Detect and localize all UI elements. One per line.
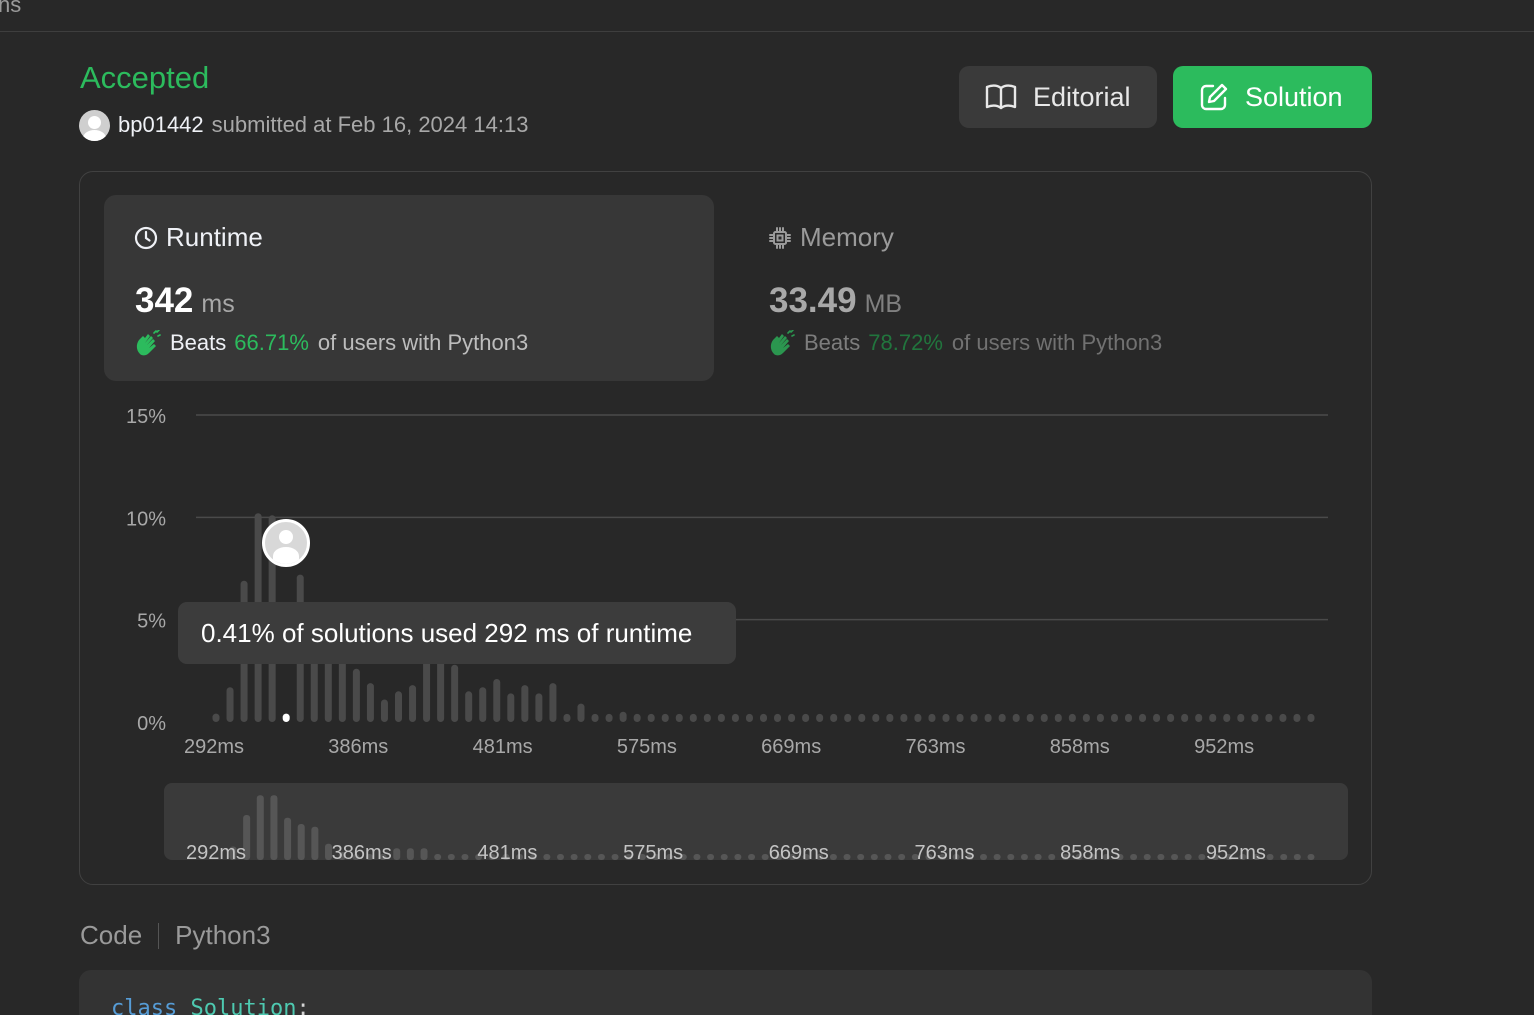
submitted-time: submitted at Feb 16, 2024 14:13 — [211, 112, 529, 137]
editorial-label: Editorial — [1033, 81, 1131, 112]
chart-tooltip: 0.41% of solutions used 292 ms of runtim… — [178, 602, 736, 664]
clock-icon — [134, 226, 158, 249]
runtime-title-text: Runtime — [166, 222, 263, 252]
memory-beats-percent: 78.72% — [868, 330, 943, 355]
runtime-beats-suffix: of users with Python3 — [317, 330, 529, 355]
edit-icon — [1200, 83, 1228, 111]
memory-beats: Beats 78.72% of users with Python3 — [768, 330, 1162, 356]
memory-unit: MB — [864, 290, 903, 318]
clap-icon — [136, 330, 161, 356]
code-line: class Solution: — [111, 996, 310, 1015]
runtime-number: 342 — [135, 281, 194, 320]
submitter-info: bp01442 submitted at Feb 16, 2024 14:13 — [79, 109, 528, 141]
chip-icon — [769, 226, 791, 249]
runtime-value: 342 ms — [135, 281, 235, 321]
code-label: Code — [80, 920, 143, 950]
username-link[interactable]: bp01442 — [118, 112, 204, 138]
avatar[interactable] — [79, 109, 110, 141]
divider — [158, 922, 160, 949]
beats-label: Beats — [170, 330, 227, 355]
runtime-title: Runtime — [134, 222, 263, 253]
runtime-beats-percent: 66.71% — [234, 330, 309, 355]
code-class-name: Solution — [190, 996, 297, 1015]
memory-beats-suffix: of users with Python3 — [951, 330, 1163, 355]
solution-button[interactable]: Solution — [1173, 66, 1372, 128]
code-punctuation: : — [296, 996, 310, 1015]
solution-label: Solution — [1245, 81, 1343, 112]
code-keyword: class — [111, 996, 178, 1015]
tab-label-fragment: ns — [0, 0, 22, 17]
code-header: Code Python3 — [80, 920, 271, 951]
code-block[interactable]: class Solution: — [79, 970, 1372, 1015]
submission-status: Accepted — [80, 60, 210, 95]
memory-title[interactable]: Memory — [768, 222, 894, 253]
your-submission-avatar-marker[interactable] — [262, 519, 310, 567]
runtime-beats: Beats 66.71% of users with Python3 — [134, 330, 528, 356]
beats-label: Beats — [804, 330, 861, 355]
code-language: Python3 — [175, 920, 271, 950]
editorial-button[interactable]: Editorial — [959, 66, 1157, 128]
clap-icon — [770, 330, 795, 356]
runtime-unit: ms — [201, 290, 235, 318]
memory-value: 33.49 MB — [769, 281, 902, 321]
book-open-icon — [985, 84, 1017, 110]
memory-number: 33.49 — [769, 281, 857, 320]
top-bar: ns — [0, 0, 1534, 32]
memory-title-text: Memory — [800, 222, 894, 252]
